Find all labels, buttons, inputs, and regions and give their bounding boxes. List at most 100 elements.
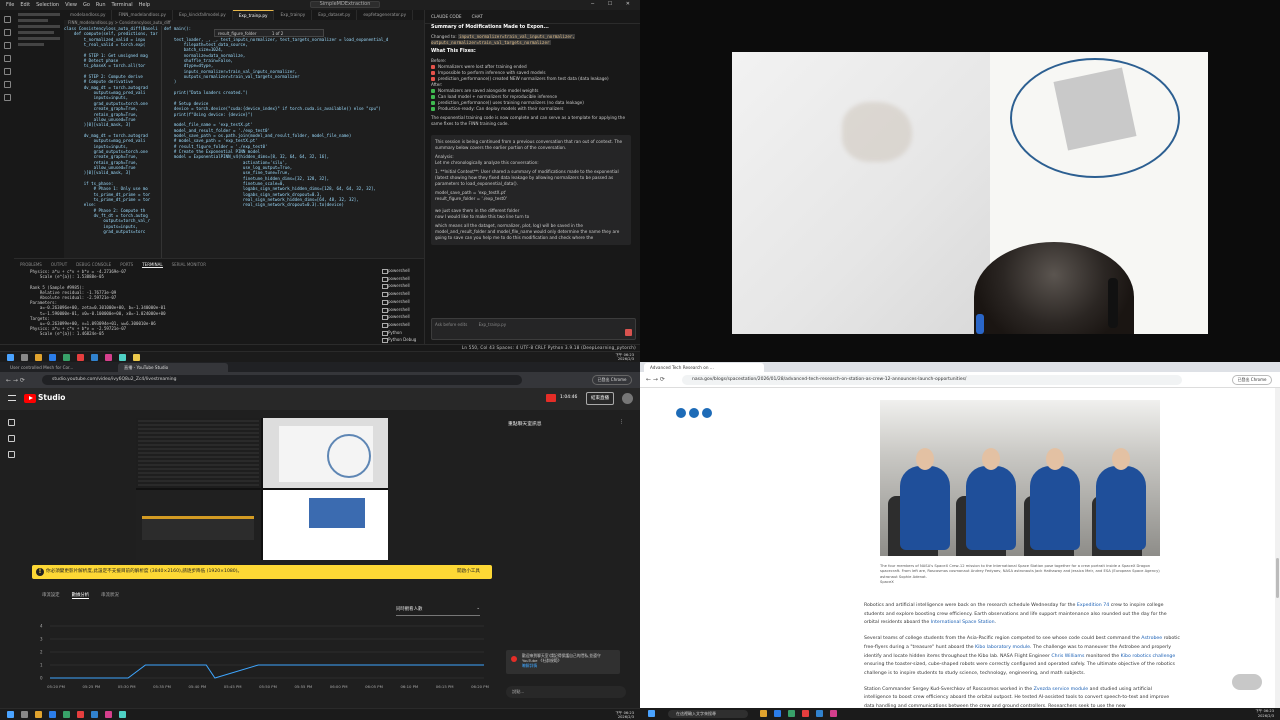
scrollbar[interactable] — [1275, 388, 1280, 708]
app-icon[interactable] — [63, 353, 70, 361]
extensions-icon[interactable] — [3, 68, 11, 75]
menu-terminal[interactable]: Terminal — [112, 2, 133, 8]
browser-tab-active[interactable]: Advanced Tech Research on ... — [644, 363, 764, 372]
panel-tab-output[interactable]: OUTPUT — [51, 262, 67, 268]
url-field[interactable]: nasa.gov/blogs/spacestation/2026/01/28/a… — [682, 375, 1182, 385]
manage-icon[interactable] — [7, 451, 15, 458]
vscode-icon[interactable] — [91, 711, 98, 718]
hamburger-icon[interactable] — [8, 395, 16, 401]
facebook-share-icon[interactable] — [689, 408, 699, 418]
start-icon[interactable] — [7, 353, 14, 361]
code-pane-left[interactable]: class Consistencyloss_auto_diff(Baseli d… — [64, 26, 162, 258]
floating-widget[interactable] — [1232, 674, 1262, 690]
menu-selection[interactable]: Selection — [36, 2, 59, 8]
camera-icon[interactable] — [7, 435, 15, 442]
start-icon[interactable] — [648, 710, 655, 717]
avatar[interactable] — [622, 393, 633, 404]
chat-input[interactable]: 說點... — [506, 686, 626, 698]
app-icon[interactable] — [105, 711, 112, 718]
chat-input[interactable]: Ask before edits Exp_trainp.py — [431, 318, 636, 340]
editor-tab[interactable]: modelandloss.py — [64, 10, 113, 20]
terminal-output[interactable]: Physics: a*u + c*v + b*v = -4.27369e-07 … — [30, 269, 378, 343]
tab-stream-health[interactable]: 串流狀況 — [101, 592, 119, 599]
editor-tab-active[interactable]: Exp_trainp.py — [232, 10, 275, 20]
terminal-item[interactable]: powershell — [380, 321, 424, 329]
chat-tab-chat[interactable]: CHAT — [472, 14, 483, 19]
metric-select[interactable]: 同時觀看人數 ⌄ — [396, 606, 480, 616]
code-pane-right[interactable]: def main(): test_loader, _, _, test_inpu… — [164, 26, 424, 258]
app-icon[interactable] — [63, 711, 70, 718]
menu-file[interactable]: File — [6, 2, 14, 8]
stream-icon[interactable] — [7, 419, 15, 426]
run-debug-icon[interactable] — [3, 55, 11, 62]
vscode-icon[interactable] — [816, 710, 823, 717]
panel-tab-debug[interactable]: DEBUG CONSOLE — [76, 262, 111, 268]
terminal-item[interactable]: powershell — [380, 290, 424, 298]
profile-button[interactable]: 已登出 Chrome — [592, 375, 632, 385]
learn-more-link[interactable]: 瞭解詳情 — [522, 663, 617, 668]
source-control-icon[interactable] — [3, 42, 11, 49]
command-search-box[interactable]: SimpleMDExtraction — [310, 1, 380, 8]
app-icon[interactable] — [802, 710, 809, 717]
app-icon[interactable] — [35, 353, 42, 361]
send-icon[interactable] — [625, 329, 632, 336]
explorer-icon[interactable] — [3, 16, 11, 23]
linkedin-share-icon[interactable] — [702, 408, 712, 418]
terminal-item[interactable]: Python Debug — [380, 336, 424, 344]
app-icon[interactable] — [49, 353, 56, 361]
app-icon[interactable] — [77, 353, 84, 361]
app-icon[interactable] — [105, 353, 112, 361]
editor-tab[interactable]: expfetagenerator.py — [357, 10, 414, 20]
search-icon[interactable] — [3, 29, 11, 36]
browser-tab-active[interactable]: 直播 - YouTube Studio — [118, 363, 228, 372]
chat-title[interactable]: 重點聊天室訊息 — [508, 420, 542, 427]
menu-run[interactable]: Run — [96, 2, 106, 8]
panel-tab-ports[interactable]: PORTS — [120, 262, 133, 268]
editor-tab[interactable]: FINN_modelandloss.py — [112, 10, 173, 20]
terminal-item[interactable]: Python — [380, 329, 424, 337]
testing-icon[interactable] — [3, 94, 11, 101]
link-zvezda[interactable]: Zvezda service module — [1034, 687, 1089, 692]
app-icon[interactable] — [788, 710, 795, 717]
tab-analytics[interactable]: 數據分析 — [71, 592, 90, 599]
find-widget[interactable]: result_figure_folder 1 of 2 — [214, 29, 324, 37]
terminal-item[interactable]: powershell — [380, 298, 424, 306]
open-widget-button[interactable]: 開啟小工具 — [457, 565, 480, 579]
app-icon[interactable] — [119, 353, 126, 361]
studio-brand[interactable]: Studio — [38, 393, 65, 402]
end-stream-button[interactable]: 結束直播 — [586, 392, 614, 405]
status-text[interactable]: Ln 550, Col 43 Spaces: 4 UTF-8 CRLF Pyth… — [462, 345, 636, 350]
terminal-item[interactable]: powershell — [380, 267, 424, 275]
more-icon[interactable]: ⋮ — [619, 420, 624, 427]
link-iss[interactable]: International Space Station — [931, 620, 995, 625]
menu-edit[interactable]: Edit — [20, 2, 30, 8]
taskbar-clock[interactable]: 下午 06:23 2026/2/3 — [1255, 709, 1274, 718]
x-share-icon[interactable] — [676, 408, 686, 418]
search-icon[interactable] — [21, 353, 28, 361]
browser-tab[interactable]: User controlled Mesh for Cor... — [4, 363, 114, 372]
tab-stream-settings[interactable]: 串流設定 — [42, 592, 60, 599]
profile-button[interactable]: 已登出 Chrome — [1232, 375, 1272, 385]
nav-buttons[interactable]: ← → ⟳ — [6, 377, 25, 384]
app-icon[interactable] — [133, 353, 140, 361]
app-icon[interactable] — [119, 711, 126, 718]
code-editor[interactable]: class Consistencyloss_auto_diff(Baseli d… — [64, 26, 424, 258]
terminal-item[interactable]: powershell — [380, 282, 424, 290]
url-field[interactable]: studio.youtube.com/video/ivy6Q8u2_Zc4/li… — [42, 375, 522, 385]
menu-view[interactable]: View — [65, 2, 77, 8]
find-input[interactable]: result_figure_folder — [218, 31, 257, 36]
app-icon[interactable] — [760, 710, 767, 717]
app-icon[interactable] — [77, 711, 84, 718]
app-icon[interactable] — [49, 711, 56, 718]
remote-icon[interactable] — [3, 81, 11, 88]
youtube-logo-icon[interactable] — [24, 394, 36, 403]
stream-preview[interactable] — [136, 418, 388, 560]
app-icon[interactable] — [830, 710, 837, 717]
terminal-item[interactable]: powershell — [380, 275, 424, 283]
link-kibo-challenge[interactable]: Kibo robotics challenge — [1121, 654, 1176, 659]
terminal-item[interactable]: powershell — [380, 306, 424, 314]
panel-tab-problems[interactable]: PROBLEMS — [20, 262, 42, 268]
editor-tab[interactable]: Exp_dataset.py — [312, 10, 358, 20]
taskbar-search[interactable]: 在這裡輸入文字來搜尋 — [668, 710, 748, 718]
chat-tab-claude[interactable]: CLAUDE CODE — [431, 14, 462, 19]
